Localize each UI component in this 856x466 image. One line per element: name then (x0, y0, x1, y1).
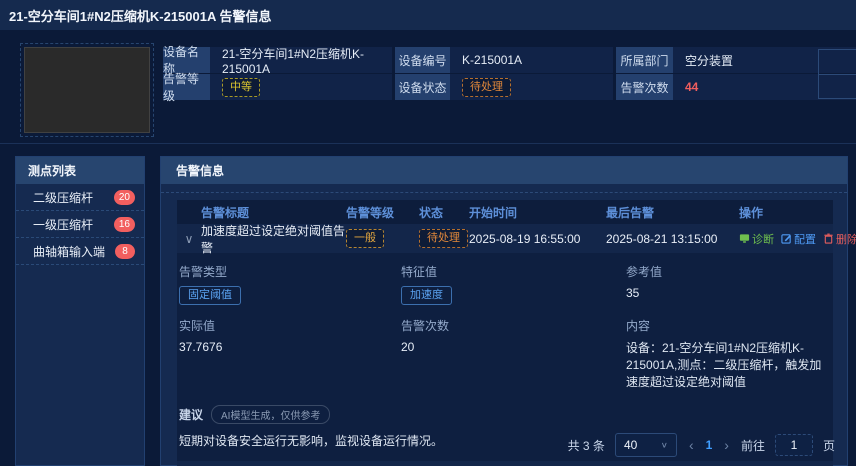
device-dept-label: 所属部门 (616, 47, 673, 73)
detail-alarm-count: 告警次数 20 (401, 317, 626, 391)
alarm-status-cell: 待处理 (419, 229, 469, 248)
point-label: 曲轴箱输入端 (33, 243, 105, 260)
alarm-level-cell: 一般 (346, 229, 419, 248)
configure-button[interactable]: 配置 (781, 231, 816, 247)
trash-icon (823, 233, 834, 244)
goto-page-input[interactable] (775, 434, 813, 456)
content-label: 内容 (626, 317, 823, 334)
page-size-value: 40 (624, 438, 637, 452)
diagnose-button[interactable]: 诊断 (739, 231, 774, 247)
alarm-info-panel: 告警信息 告警标题 告警等级 状态 开始时间 最后告警 操作 ∨ 加速度超过设定… (160, 156, 848, 466)
detail-alarm-type: 告警类型 固定阈值 (179, 263, 401, 305)
point-label: 一级压缩杆 (33, 216, 93, 233)
alarm-count-label: 告警次数 (616, 74, 673, 100)
device-status-label: 设备状态 (395, 74, 450, 100)
alarm-title: 加速度超过设定绝对阈值告警 (201, 222, 346, 256)
alarm-count-number: 44 (685, 80, 698, 94)
page-title: 21-空分车间1#N2压缩机K-215001A 告警信息 (9, 6, 271, 25)
alarm-last-time: 2025-08-21 13:15:00 (606, 232, 739, 246)
detail-reference: 参考值 35 (626, 263, 823, 305)
alarm-level-value: 中等 (210, 74, 392, 100)
diagnose-icon (739, 233, 750, 244)
detail-content: 内容 设备：21-空分车间1#N2压缩机K-215001A,测点：二级压缩杆，触… (626, 317, 823, 391)
sidebar-item-point-1[interactable]: 二级压缩杆 20 (16, 184, 144, 211)
page-size-select[interactable]: 40 ∨ (615, 433, 677, 457)
point-alarm-count-badge: 16 (114, 217, 135, 232)
page-unit-label: 页 (823, 437, 835, 454)
ai-generated-pill: AI模型生成，仅供参考 (211, 405, 330, 424)
feature-label: 特征值 (401, 263, 626, 280)
chevron-down-icon[interactable]: ∨ (177, 232, 201, 246)
point-alarm-count-badge: 20 (114, 190, 135, 205)
feature-tag: 加速度 (401, 286, 452, 305)
info-panel-edge-box (818, 49, 856, 99)
alarm-info-panel-title: 告警信息 (161, 157, 847, 184)
detail-actual: 实际值 37.7676 (179, 317, 401, 391)
page-header: 21-空分车间1#N2压缩机K-215001A 告警信息 (0, 0, 856, 30)
alarm-detail-expanded: 告警类型 固定阈值 特征值 加速度 参考值 35 实际值 37.7676 告警次… (177, 253, 833, 461)
section-divider (0, 143, 856, 144)
device-info-row: 告警等级 中等 设备状态 待处理 告警次数 44 (163, 74, 856, 100)
alarm-start-time: 2025-08-19 16:55:00 (469, 232, 606, 246)
alarm-type-tag: 固定阈值 (179, 286, 241, 305)
device-name-value: 21-空分车间1#N2压缩机K-215001A (210, 47, 392, 73)
detail-feature: 特征值 加速度 (401, 263, 626, 305)
device-info-row: 设备名称 21-空分车间1#N2压缩机K-215001A 设备编号 K-2150… (163, 47, 856, 73)
next-page-button[interactable]: › (722, 437, 731, 453)
alarm-type-label: 告警类型 (179, 263, 401, 280)
device-info-table: 设备名称 21-空分车间1#N2压缩机K-215001A 设备编号 K-2150… (163, 47, 856, 101)
total-count: 共 3 条 (568, 437, 605, 454)
device-code-value: K-215001A (450, 47, 613, 73)
alarm-row-1[interactable]: ∨ 加速度超过设定绝对阈值告警 一般 待处理 2025-08-19 16:55:… (177, 224, 833, 253)
suggestion-label: 建议 (179, 406, 203, 423)
delete-label: 删除 (836, 231, 856, 247)
actual-label: 实际值 (179, 317, 401, 334)
pagination: 共 3 条 40 ∨ ‹ 1 › 前往 页 (568, 433, 835, 457)
alarm-level-label: 告警等级 (163, 74, 210, 100)
detail-count-value: 20 (401, 340, 626, 354)
alarm-actions: 诊断 配置 删除 (739, 231, 833, 247)
col-start-time: 开始时间 (469, 204, 606, 221)
goto-label: 前往 (741, 437, 765, 454)
col-last-alarm: 最后告警 (606, 204, 739, 221)
configure-label: 配置 (794, 231, 816, 247)
content-text: 设备：21-空分车间1#N2压缩机K-215001A,测点：二级压缩杆，触发加速… (626, 340, 823, 391)
measure-point-panel-title: 测点列表 (16, 157, 144, 184)
col-status: 状态 (419, 204, 469, 221)
device-status-value: 待处理 (450, 74, 613, 100)
edit-icon (781, 233, 792, 244)
panel-dashed-divider (161, 192, 847, 193)
actual-value: 37.7676 (179, 340, 401, 354)
col-actions: 操作 (739, 204, 833, 221)
current-page-button[interactable]: 1 (706, 438, 713, 452)
prev-page-button[interactable]: ‹ (687, 437, 696, 453)
measure-point-panel: 测点列表 二级压缩杆 20 一级压缩杆 16 曲轴箱输入端 8 (15, 156, 145, 466)
alarm-table: 告警标题 告警等级 状态 开始时间 最后告警 操作 ∨ 加速度超过设定绝对阈值告… (177, 200, 833, 466)
sidebar-item-point-2[interactable]: 一级压缩杆 16 (16, 211, 144, 238)
point-label: 二级压缩杆 (33, 189, 93, 206)
alarm-table-header: 告警标题 告警等级 状态 开始时间 最后告警 操作 (177, 200, 833, 224)
point-alarm-count-badge: 8 (115, 244, 135, 259)
sidebar-item-point-3[interactable]: 曲轴箱输入端 8 (16, 238, 144, 265)
status-pending-badge: 待处理 (419, 229, 468, 248)
device-code-label: 设备编号 (395, 47, 450, 73)
level-medium-badge: 中等 (222, 78, 260, 97)
status-pending-badge: 待处理 (462, 78, 511, 97)
delete-button[interactable]: 删除 (823, 231, 856, 247)
col-title: 告警标题 (201, 204, 346, 221)
reference-label: 参考值 (626, 263, 823, 280)
reference-value: 35 (626, 286, 823, 300)
alarm-row-2[interactable]: › 温度超过设定绝对阈值告警 中等 待处理 2025-08-19 16:55:0… (177, 461, 833, 466)
device-photo (24, 47, 150, 133)
detail-count-label: 告警次数 (401, 317, 626, 334)
level-general-badge: 一般 (346, 229, 384, 248)
chevron-down-icon: ∨ (661, 441, 668, 450)
col-level: 告警等级 (346, 204, 419, 221)
diagnose-label: 诊断 (752, 231, 774, 247)
